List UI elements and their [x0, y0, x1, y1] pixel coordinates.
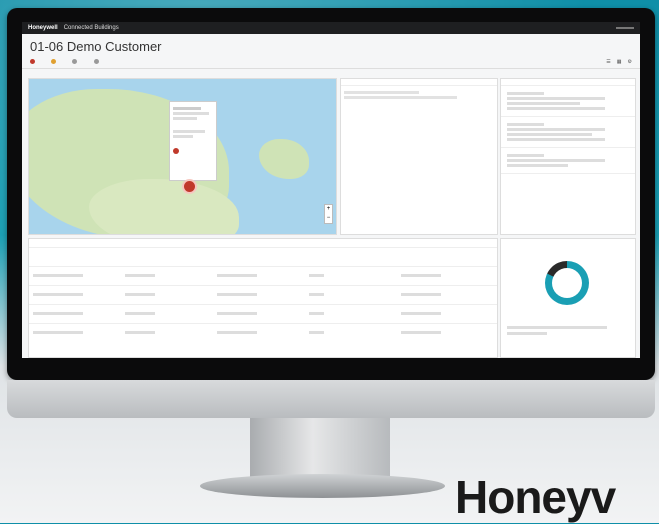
monitor-chin	[7, 380, 655, 418]
table-row[interactable]	[29, 304, 497, 323]
status-donut-chart[interactable]	[545, 261, 589, 305]
feed-item[interactable]	[501, 148, 635, 174]
app-name: Connected Buildings	[63, 25, 119, 31]
grid-view-icon[interactable]: ▦	[617, 59, 622, 65]
app-logo: Honeywell	[28, 25, 58, 31]
map-popup[interactable]	[169, 101, 217, 181]
alarm-dot-icon	[30, 59, 35, 65]
zoom-control[interactable]: + −	[324, 204, 333, 224]
status-tabs: ☰ ▦ ⚙	[22, 56, 640, 69]
popup-alarm-icon	[173, 148, 179, 154]
table-row[interactable]	[29, 323, 497, 342]
map-section: + −	[28, 78, 498, 235]
site-table-title	[29, 239, 497, 247]
app-bar: Honeywell Connected Buildings	[22, 22, 640, 34]
map-marker-icon[interactable]	[182, 179, 197, 194]
feed-item[interactable]	[501, 86, 635, 117]
feed-item[interactable]	[501, 117, 635, 148]
table-row[interactable]	[29, 266, 497, 285]
page-title: 01-06 Demo Customer	[30, 39, 162, 54]
tab-warnings[interactable]	[51, 59, 62, 65]
toolbar-icons: ☰ ▦ ⚙	[606, 59, 632, 65]
site-map[interactable]: + −	[28, 78, 337, 235]
settings-icon[interactable]: ⚙	[628, 59, 632, 65]
donut-legend	[507, 323, 607, 338]
status-donut-card	[500, 238, 636, 358]
table-row[interactable]	[29, 285, 497, 304]
account-selector[interactable]	[616, 27, 634, 29]
list-view-icon[interactable]: ☰	[606, 59, 610, 65]
map-land-greenland	[259, 139, 309, 179]
brand-wordmark: Honeyv	[455, 471, 616, 523]
warning-dot-icon	[51, 59, 57, 65]
monitor-stand-neck	[250, 418, 390, 480]
table-header	[29, 247, 497, 266]
tab-info[interactable]	[72, 59, 83, 65]
donut-card-title	[501, 239, 635, 247]
alarm-feed-title	[501, 79, 635, 86]
other-dot-icon	[93, 59, 99, 65]
site-table	[28, 238, 498, 358]
tab-other[interactable]	[93, 59, 105, 65]
site-detail-header	[341, 79, 497, 86]
site-detail-panel	[340, 78, 498, 235]
info-dot-icon	[72, 59, 78, 65]
tab-alarms[interactable]	[30, 59, 41, 65]
monitor-screen: Honeywell Connected Buildings 01-06 Demo…	[22, 22, 640, 358]
monitor-stand-base	[200, 474, 445, 498]
alarm-feed	[500, 78, 636, 235]
